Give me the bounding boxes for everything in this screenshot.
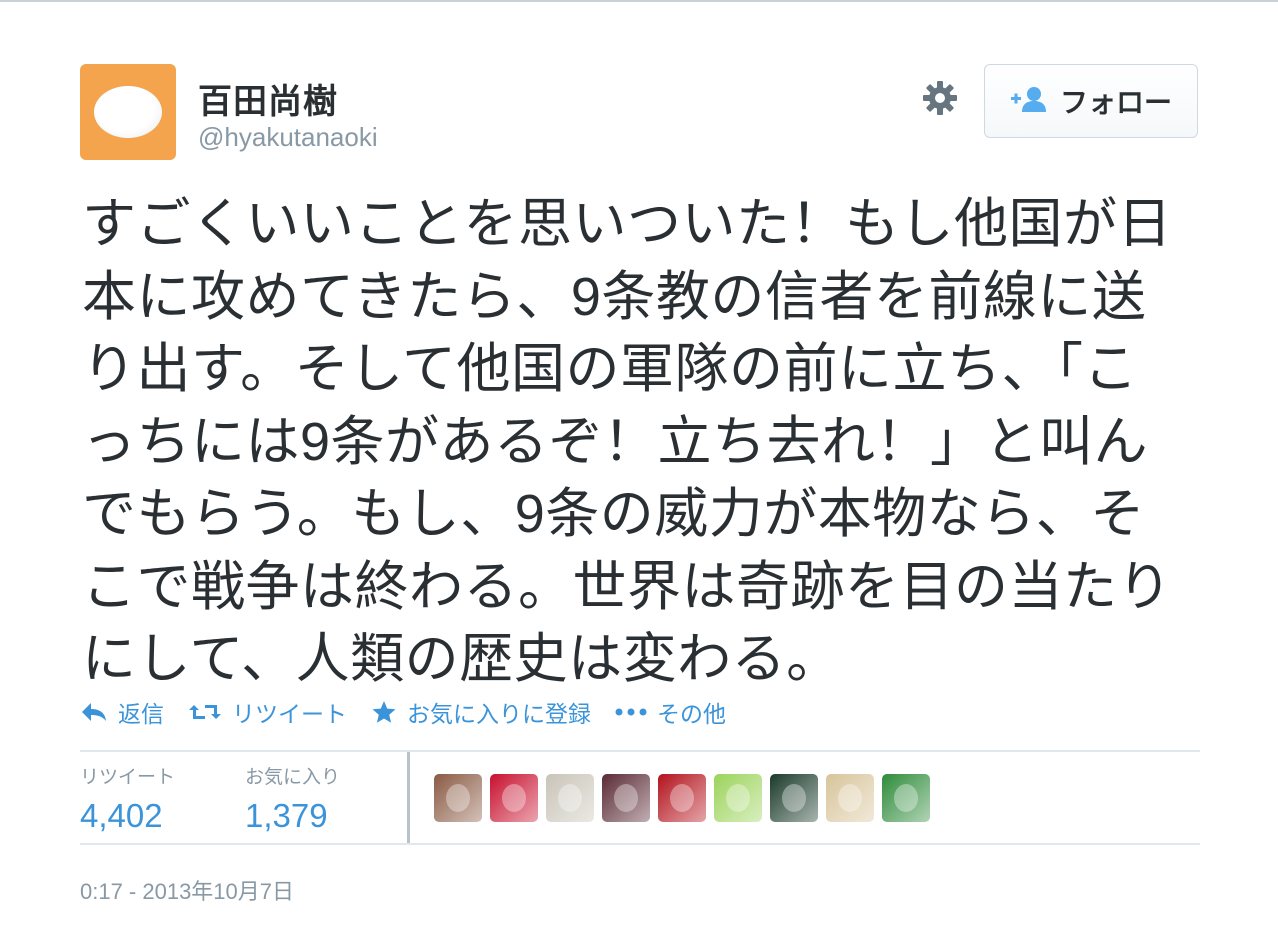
user-fullname[interactable]: 百田尚樹 <box>198 74 338 123</box>
favorite-count-label: お気に入り <box>245 767 341 788</box>
tweet-text: すごくいいことを思いついた！もし他国が日 本に攻めてきたら、9条教の信者を前線に… <box>82 194 1172 689</box>
retweet-button[interactable]: リツイート <box>188 695 347 729</box>
follow-button[interactable]: フォロー <box>984 64 1198 138</box>
favoriter-avatar-7[interactable] <box>770 774 818 822</box>
tweet-timestamp[interactable]: 0:17 - 2013年10月7日 <box>80 874 294 906</box>
favorite-count[interactable]: お気に入り 1,379 <box>245 762 340 835</box>
favoriter-avatar-9[interactable] <box>882 774 930 822</box>
follow-button-label: フォロー <box>1059 87 1172 118</box>
favorite-label: お気に入りに登録 <box>407 701 591 727</box>
star-icon <box>371 700 397 724</box>
avatar-image <box>838 784 862 812</box>
egg-avatar-icon <box>94 86 162 138</box>
avatar-image <box>502 784 526 812</box>
favorite-count-value: 1,379 <box>245 797 328 834</box>
gear-icon[interactable] <box>920 78 960 118</box>
retweet-count[interactable]: リツイート 4,402 <box>80 762 175 835</box>
favoriter-avatar-8[interactable] <box>826 774 874 822</box>
retweet-count-label: リツイート <box>80 767 176 788</box>
avatar-image <box>894 784 918 812</box>
retweet-icon <box>188 701 222 723</box>
favorite-button[interactable]: お気に入りに登録 <box>371 695 591 729</box>
avatar-image <box>558 784 582 812</box>
divider <box>80 750 1200 752</box>
favoriters-list <box>434 774 930 822</box>
more-dots-icon <box>615 707 647 717</box>
tweet-actions: 返信 リツイート お気に入りに登録 その他 <box>80 694 750 730</box>
favoriter-avatar-5[interactable] <box>658 774 706 822</box>
favoriter-avatar-2[interactable] <box>490 774 538 822</box>
avatar-image <box>614 784 638 812</box>
avatar-image <box>446 784 470 812</box>
user-avatar[interactable] <box>80 64 176 160</box>
favoriter-avatar-3[interactable] <box>546 774 594 822</box>
favoriter-avatar-6[interactable] <box>714 774 762 822</box>
retweet-count-value: 4,402 <box>80 797 163 834</box>
divider <box>80 843 1200 845</box>
avatar-image <box>726 784 750 812</box>
reply-icon <box>80 701 108 723</box>
more-label: その他 <box>657 701 726 727</box>
favoriter-avatar-4[interactable] <box>602 774 650 822</box>
more-button[interactable]: その他 <box>615 695 726 729</box>
avatar-image <box>782 784 806 812</box>
retweet-label: リツイート <box>232 701 347 727</box>
favoriter-avatar-1[interactable] <box>434 774 482 822</box>
reply-button[interactable]: 返信 <box>80 695 164 729</box>
avatar-image <box>670 784 694 812</box>
reply-label: 返信 <box>118 701 164 727</box>
add-user-icon <box>1010 85 1048 118</box>
user-username[interactable]: @hyakutanaoki <box>198 122 378 153</box>
stats-divider <box>407 752 410 844</box>
